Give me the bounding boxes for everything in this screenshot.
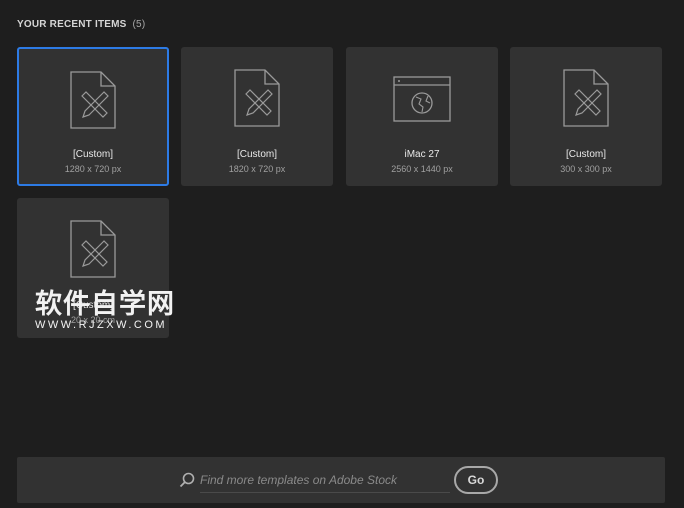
web-browser-globe-icon bbox=[393, 76, 451, 122]
item-size: 1280 x 720 px bbox=[64, 164, 122, 174]
watermark-en: WWW.RJZXW.COM bbox=[35, 319, 168, 331]
item-name: [Custom] bbox=[72, 149, 113, 160]
item-count: (5) bbox=[132, 19, 146, 30]
document-pencil-ruler-icon bbox=[563, 69, 609, 127]
section-title-text: YOUR RECENT ITEMS bbox=[17, 19, 127, 30]
item-name: iMac 27 bbox=[404, 149, 440, 160]
recent-item-card[interactable]: [Custom] 1820 x 720 px bbox=[181, 47, 333, 186]
watermark: 软件自学网 WWW.RJZXW.COM bbox=[35, 282, 175, 331]
section-title: YOUR RECENT ITEMS (5) bbox=[17, 19, 145, 30]
search-icon bbox=[179, 472, 195, 488]
document-pencil-ruler-icon bbox=[70, 220, 116, 278]
recent-item-card[interactable]: iMac 27 2560 x 1440 px bbox=[346, 47, 498, 186]
stock-search-input[interactable] bbox=[200, 468, 450, 493]
item-size: 2560 x 1440 px bbox=[391, 164, 453, 174]
document-pencil-ruler-icon bbox=[70, 71, 116, 129]
item-name: [Custom] bbox=[565, 149, 606, 160]
item-size: 1820 x 720 px bbox=[228, 164, 286, 174]
item-name: [Custom] bbox=[236, 149, 277, 160]
recent-item-card[interactable]: [Custom] 300 x 300 px bbox=[510, 47, 662, 186]
watermark-cn: 软件自学网 bbox=[35, 289, 175, 319]
document-pencil-ruler-icon bbox=[234, 69, 280, 127]
stock-search-bar: Go bbox=[17, 457, 665, 503]
go-button[interactable]: Go bbox=[454, 466, 498, 494]
item-size: 300 x 300 px bbox=[560, 164, 612, 174]
recent-item-card[interactable]: [Custom] 1280 x 720 px bbox=[17, 47, 169, 186]
